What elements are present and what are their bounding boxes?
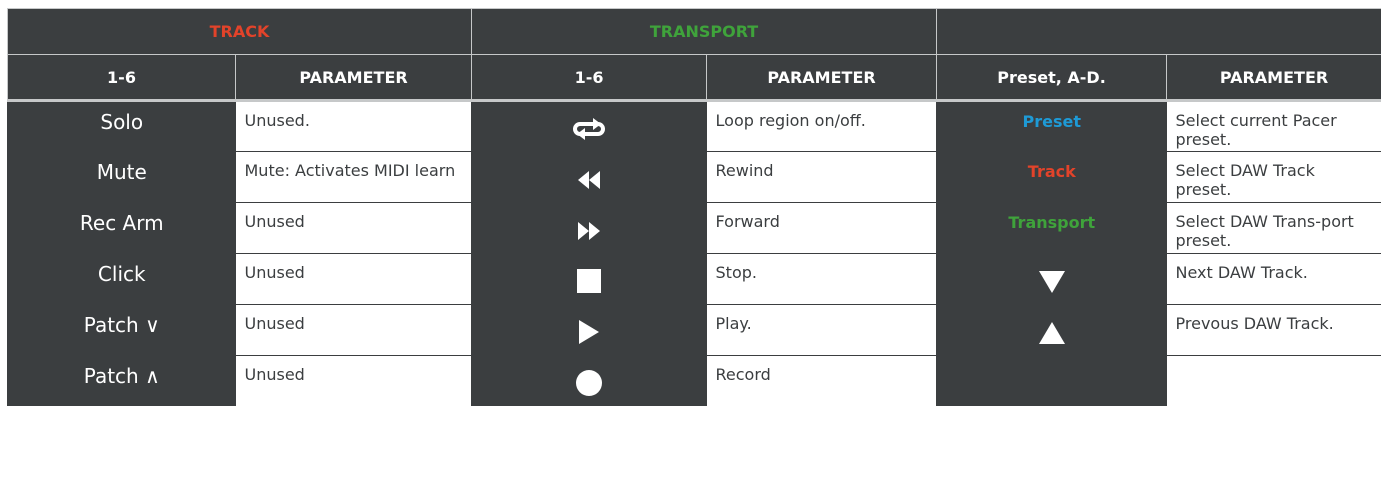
preset-key-previous-track <box>936 304 1167 356</box>
column-header-transport-key: 1-6 <box>471 54 708 101</box>
group-header-row: TRACK TRANSPORT <box>6 8 1381 55</box>
play-icon <box>579 320 600 344</box>
table-row: Rec Arm Unused Forward Transport Select … <box>7 202 1381 254</box>
preset-key-transport: Transport <box>936 202 1167 254</box>
preset-key-next-track <box>936 253 1167 305</box>
track-key-click: Click <box>7 253 236 305</box>
transport-param: Record <box>706 355 938 406</box>
loop-icon <box>573 117 606 140</box>
track-param: Unused <box>235 202 473 254</box>
track-param: Unused <box>235 355 473 406</box>
preset-label: Transport <box>1008 212 1096 232</box>
stop-icon <box>577 269 602 293</box>
preset-key-track: Track <box>936 151 1167 203</box>
group-header-preset <box>936 8 1381 55</box>
track-param: Unused <box>235 304 473 356</box>
table-row: Patch ∨ Unused Play. Prevous DAW Track. <box>7 304 1381 356</box>
column-header-row: 1-6 PARAMETER 1-6 PARAMETER Preset, A-D.… <box>7 54 1381 101</box>
transport-key-play <box>471 304 707 356</box>
transport-key-record <box>471 355 707 406</box>
track-param: Unused <box>235 253 473 305</box>
column-header-track-key: 1-6 <box>7 54 236 101</box>
track-key-patch-up: Patch ∧ <box>7 355 236 406</box>
column-header-transport-param: PARAMETER <box>706 54 938 101</box>
track-key-rec-arm: Rec Arm <box>7 202 236 254</box>
track-param: Unused. <box>235 100 473 152</box>
preset-param: Prevous DAW Track. <box>1166 304 1381 356</box>
preset-label: Preset <box>1022 112 1082 131</box>
transport-key-stop <box>471 253 707 305</box>
table-row: Patch ∧ Unused Record <box>7 355 1381 406</box>
track-param: Mute: Activates MIDI learn <box>235 151 473 203</box>
table-row: Click Unused Stop. Next DAW Track. <box>7 253 1381 305</box>
column-header-preset-param: PARAMETER <box>1166 54 1381 101</box>
transport-param: Stop. <box>706 253 938 305</box>
track-key-patch-down: Patch ∨ <box>7 304 236 356</box>
transport-param: Rewind <box>706 151 938 203</box>
forward-icon <box>578 221 601 240</box>
group-track-label: TRACK <box>209 22 270 41</box>
preset-param: Next DAW Track. <box>1166 253 1381 305</box>
transport-param: Play. <box>706 304 938 356</box>
transport-key-loop <box>471 100 707 152</box>
midi-mapping-sheet: TRACK TRANSPORT 1-6 PARAMETER 1-6 PARAME… <box>6 8 1381 484</box>
column-header-preset-key: Preset, A-D. <box>936 54 1168 101</box>
preset-param: Select DAW Track preset. <box>1166 151 1381 203</box>
transport-param: Forward <box>706 202 938 254</box>
triangle-up-icon <box>1038 322 1065 344</box>
group-header-track: TRACK <box>6 8 473 55</box>
preset-param: Select DAW Trans-port preset. <box>1166 202 1381 254</box>
preset-param <box>1166 355 1381 406</box>
record-icon <box>576 369 603 396</box>
group-header-transport: TRANSPORT <box>471 8 938 55</box>
preset-label: Track <box>1027 161 1076 181</box>
preset-param: Select current Pacer preset. <box>1166 100 1381 152</box>
group-transport-label: TRANSPORT <box>649 22 759 41</box>
table-row: Mute Mute: Activates MIDI learn Rewind T… <box>7 151 1381 203</box>
transport-key-forward <box>471 202 707 254</box>
triangle-down-icon <box>1038 271 1065 293</box>
preset-key-preset: Preset <box>936 100 1167 152</box>
preset-key-empty <box>936 355 1167 406</box>
track-key-mute: Mute <box>7 151 236 203</box>
track-key-solo: Solo <box>7 100 236 152</box>
table-row: Solo Unused. Loop region on/off. Preset … <box>7 100 1381 152</box>
transport-key-rewind <box>471 151 707 203</box>
rewind-icon <box>578 170 601 189</box>
column-header-track-param: PARAMETER <box>234 54 473 101</box>
mapping-table: TRACK TRANSPORT 1-6 PARAMETER 1-6 PARAME… <box>6 8 1381 406</box>
transport-param: Loop region on/off. <box>706 100 938 152</box>
